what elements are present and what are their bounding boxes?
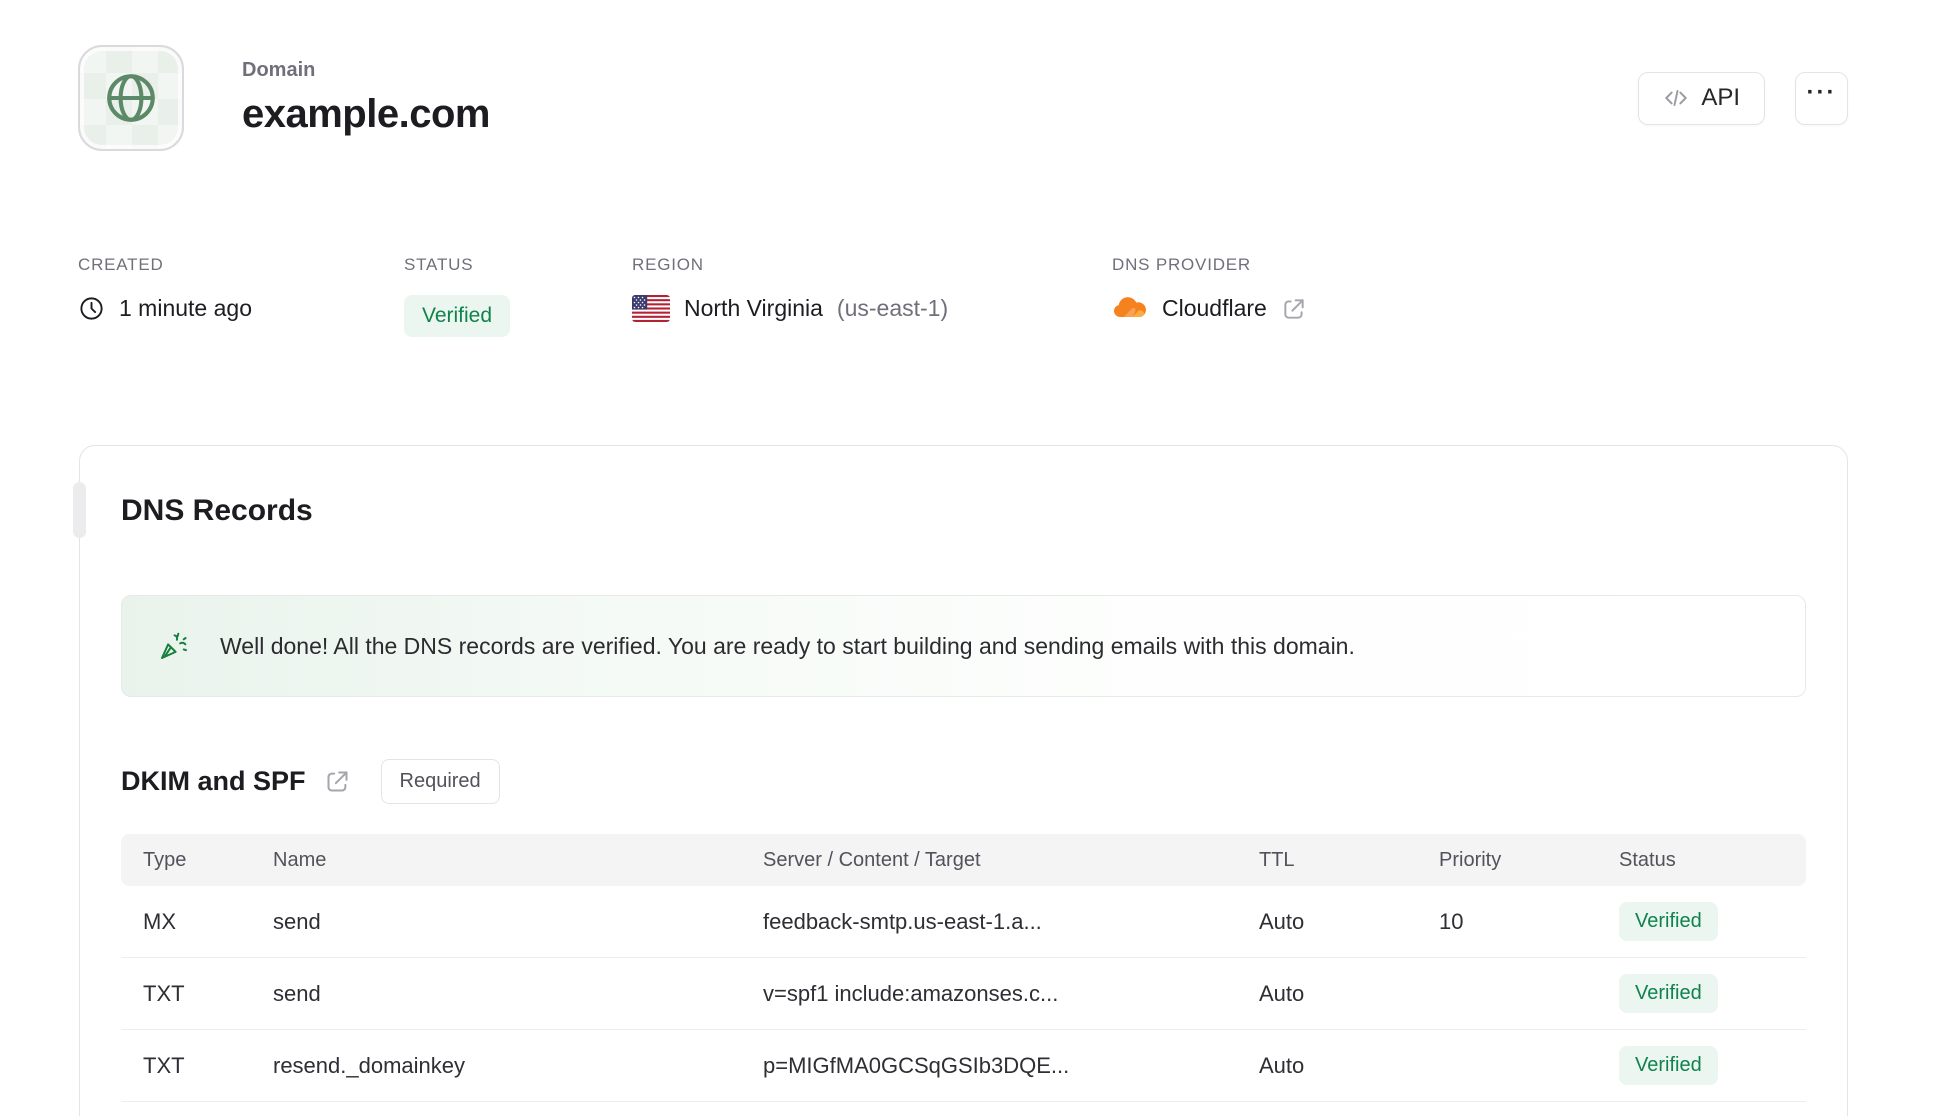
col-status: Status xyxy=(1619,848,1676,871)
record-content: feedback-smtp.us-east-1.a... xyxy=(763,908,1042,934)
success-banner: Well done! All the DNS records are verif… xyxy=(121,595,1806,697)
more-button[interactable]: ··· xyxy=(1795,71,1848,125)
domain-avatar xyxy=(78,45,184,151)
dns-table: Type Name Server / Content / Target TTL … xyxy=(121,834,1806,1102)
status-label: STATUS xyxy=(404,255,474,274)
dns-provider-label: DNS PROVIDER xyxy=(1112,255,1252,274)
record-content: v=spf1 include:amazonses.c... xyxy=(763,980,1059,1006)
record-type: TXT xyxy=(143,1052,185,1078)
dkim-spf-title: DKIM and SPF xyxy=(121,766,306,796)
record-status-badge: Verified xyxy=(1619,974,1718,1013)
record-priority: 10 xyxy=(1439,908,1464,934)
cloudflare-icon xyxy=(1112,295,1148,322)
globe-icon xyxy=(102,69,160,127)
clock-icon xyxy=(78,295,105,322)
external-link-icon[interactable] xyxy=(324,768,351,795)
col-name: Name xyxy=(273,848,327,871)
table-row[interactable]: TXT send v=spf1 include:amazonses.c... A… xyxy=(121,958,1806,1030)
code-icon xyxy=(1663,85,1689,111)
created-value: 1 minute ago xyxy=(119,295,252,321)
col-content: Server / Content / Target xyxy=(763,848,981,871)
created-label: CREATED xyxy=(78,255,164,274)
party-popper-icon xyxy=(158,630,190,662)
col-ttl: TTL xyxy=(1259,848,1295,871)
record-status-badge: Verified xyxy=(1619,902,1718,941)
section-indicator xyxy=(73,482,86,538)
dns-records-title: DNS Records xyxy=(121,494,313,527)
region-label: REGION xyxy=(632,255,704,274)
record-ttl: Auto xyxy=(1259,980,1305,1006)
header-actions: API ··· xyxy=(1638,71,1848,125)
more-button-label: ··· xyxy=(1806,79,1837,106)
meta-dns-provider: DNS PROVIDER Cloudflare xyxy=(1112,255,1307,322)
record-type: MX xyxy=(143,908,176,934)
title-block: Domain example.com xyxy=(242,59,490,137)
api-button[interactable]: API xyxy=(1638,71,1765,125)
col-priority: Priority xyxy=(1439,848,1502,871)
table-row[interactable]: TXT resend._domainkey p=MIGfMA0GCSqGSIb3… xyxy=(121,1030,1806,1102)
record-type: TXT xyxy=(143,980,185,1006)
record-ttl: Auto xyxy=(1259,908,1305,934)
region-code: (us-east-1) xyxy=(836,295,949,321)
record-name: send xyxy=(273,908,321,934)
record-content: p=MIGfMA0GCSqGSIb3DQE... xyxy=(763,1052,1070,1078)
meta-status: STATUS Verified xyxy=(404,255,511,337)
page-label: Domain xyxy=(242,59,316,81)
record-name: resend._domainkey xyxy=(273,1052,466,1078)
domain-detail-page: Domain example.com API ··· CREATED 1 min… xyxy=(0,0,1944,1116)
api-button-label: API xyxy=(1701,84,1740,111)
table-header-row: Type Name Server / Content / Target TTL … xyxy=(121,834,1806,886)
record-status-badge: Verified xyxy=(1619,1046,1718,1085)
page-title: example.com xyxy=(242,92,490,136)
region-value: North Virginia xyxy=(684,295,823,321)
table-row[interactable]: MX send feedback-smtp.us-east-1.a... Aut… xyxy=(121,886,1806,958)
status-badge: Verified xyxy=(404,295,511,337)
meta-region: REGION North Virginia (us-east-1) xyxy=(632,255,948,322)
meta-row: CREATED 1 minute ago STATUS Verified REG… xyxy=(78,255,1848,345)
success-banner-text: Well done! All the DNS records are verif… xyxy=(220,632,1355,659)
us-flag-icon xyxy=(632,295,670,322)
page-header: Domain example.com API ··· xyxy=(0,0,1944,151)
record-name: send xyxy=(273,980,321,1006)
dkim-spf-section-head: DKIM and SPF Required xyxy=(121,759,1806,804)
dns-records-card: DNS Records Well done! All the DNS recor… xyxy=(73,445,1848,1116)
meta-created: CREATED 1 minute ago xyxy=(78,255,252,322)
record-ttl: Auto xyxy=(1259,1052,1305,1078)
required-badge: Required xyxy=(380,759,500,804)
col-type: Type xyxy=(143,848,187,871)
dns-provider-value: Cloudflare xyxy=(1162,295,1267,321)
external-link-icon[interactable] xyxy=(1281,296,1307,322)
